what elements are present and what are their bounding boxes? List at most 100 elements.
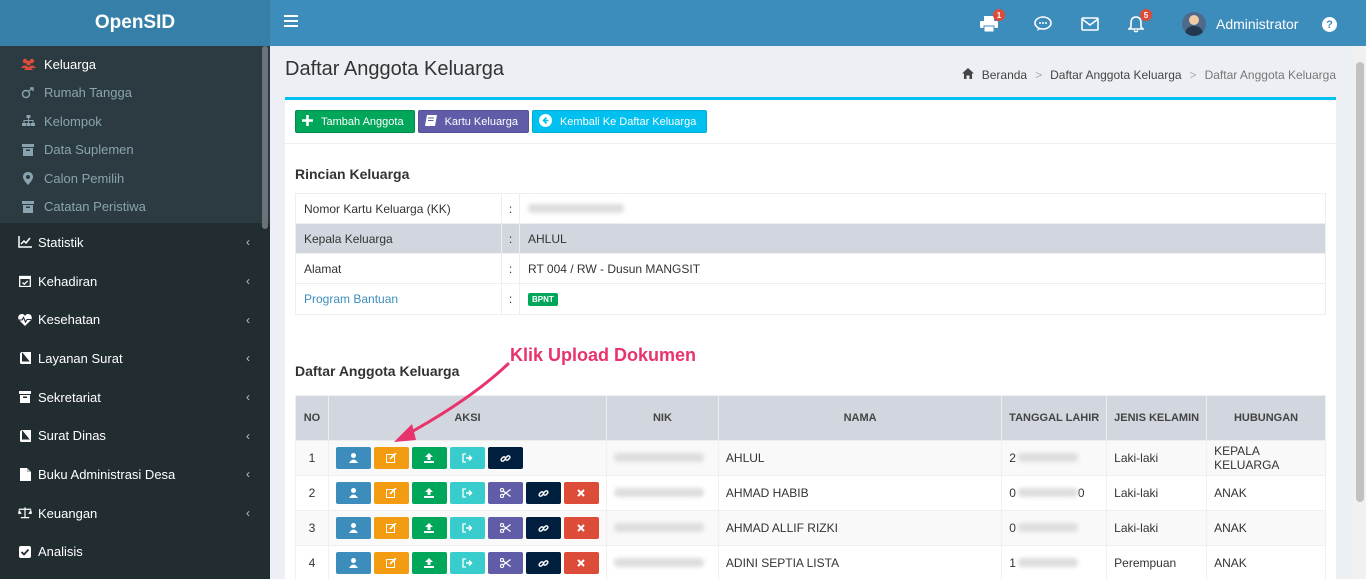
sign-out-icon bbox=[462, 453, 473, 463]
link-button[interactable] bbox=[525, 517, 561, 539]
sign-out-icon bbox=[462, 488, 473, 498]
sidebar-item-kesehatan[interactable]: Kesehatan ‹ bbox=[0, 300, 270, 339]
redacted-kk-number bbox=[528, 204, 624, 213]
view-button[interactable] bbox=[335, 447, 371, 469]
column-header[interactable]: NAMA bbox=[717, 395, 1003, 441]
chevron-left-icon: ‹ bbox=[246, 235, 250, 250]
sidebar-item-label: Statistik bbox=[38, 234, 84, 250]
breadcrumb-item[interactable]: Daftar Anggota Keluarga bbox=[1050, 68, 1181, 82]
sidebar-item-kelompok[interactable]: Kelompok bbox=[0, 107, 270, 136]
upload-document-button[interactable] bbox=[411, 517, 447, 539]
name-cell: AHMAD ALLIF RIZKI bbox=[717, 510, 1003, 546]
sidebar-item-statistik[interactable]: Statistik ‹ bbox=[0, 223, 270, 262]
name-cell: AHLUL bbox=[717, 440, 1003, 476]
users-icon bbox=[20, 58, 36, 71]
link-button[interactable] bbox=[525, 552, 561, 574]
move-button[interactable] bbox=[449, 447, 485, 469]
view-button[interactable] bbox=[335, 552, 371, 574]
delete-button[interactable] bbox=[563, 552, 599, 574]
add-member-label: Tambah Anggota bbox=[321, 115, 404, 128]
chart-icon bbox=[18, 236, 32, 249]
view-button[interactable] bbox=[335, 517, 371, 539]
file-icon bbox=[18, 467, 32, 481]
redacted-nik bbox=[613, 558, 704, 567]
content-header: Daftar Anggota Keluarga Beranda > Daftar… bbox=[285, 58, 1336, 88]
sidebar-item-layanan-surat[interactable]: Layanan Surat ‹ bbox=[0, 339, 270, 378]
notification-badge: 5 bbox=[1140, 9, 1152, 21]
delete-button[interactable] bbox=[563, 517, 599, 539]
edit-icon bbox=[385, 488, 397, 498]
add-member-button[interactable]: Tambah Anggota bbox=[295, 110, 415, 133]
family-card-button[interactable]: Kartu Keluarga bbox=[417, 110, 529, 133]
sidebar-item-keuangan[interactable]: Keuangan ‹ bbox=[0, 494, 270, 533]
sidebar-toggle-icon[interactable] bbox=[284, 14, 298, 28]
move-button[interactable] bbox=[449, 482, 485, 504]
page-scrollbar[interactable] bbox=[1353, 46, 1366, 579]
sign-out-icon bbox=[462, 523, 473, 533]
sidebar-item-sekretariat[interactable]: Sekretariat ‹ bbox=[0, 378, 270, 417]
edit-button[interactable] bbox=[373, 482, 409, 504]
edit-icon bbox=[385, 523, 397, 533]
split-button[interactable] bbox=[487, 552, 523, 574]
sidebar-item-calon-pemilih[interactable]: Calon Pemilih bbox=[0, 164, 270, 193]
sidebar-item-keluarga[interactable]: Keluarga bbox=[0, 50, 270, 79]
balance-icon bbox=[18, 507, 32, 519]
split-button[interactable] bbox=[487, 482, 523, 504]
detail-row-alamat: Alamat : RT 004 / RW - Dusun MANGSIT bbox=[296, 254, 1325, 284]
sidebar-item-analisis[interactable]: Analisis bbox=[0, 533, 270, 572]
detail-value: RT 004 / RW - Dusun MANGSIT bbox=[528, 261, 701, 276]
scissors-icon bbox=[499, 558, 511, 568]
sidebar-item-kehadiran[interactable]: Kehadiran ‹ bbox=[0, 262, 270, 301]
bell-icon[interactable]: 5 bbox=[1125, 9, 1152, 35]
redacted-birthdate bbox=[1017, 558, 1078, 567]
sign-out-icon bbox=[462, 558, 473, 568]
edit-button[interactable] bbox=[373, 552, 409, 574]
view-button[interactable] bbox=[335, 482, 371, 504]
scissors-icon bbox=[499, 523, 511, 533]
column-header[interactable]: JENIS KELAMIN bbox=[1106, 395, 1208, 441]
redacted-birthdate bbox=[1017, 523, 1078, 532]
chevron-left-icon: ‹ bbox=[246, 274, 250, 289]
sidebar-item-buku-administrasi-desa[interactable]: Buku Administrasi Desa ‹ bbox=[0, 455, 270, 494]
help-icon[interactable]: ? bbox=[1322, 17, 1337, 32]
column-header[interactable]: HUBUNGAN bbox=[1206, 395, 1326, 441]
archive-icon bbox=[20, 143, 36, 156]
breadcrumb-home[interactable]: Beranda bbox=[982, 68, 1027, 82]
sidebar-item-data-suplemen[interactable]: Data Suplemen bbox=[0, 136, 270, 165]
birthdate-visible: 0 bbox=[1009, 486, 1016, 500]
sidebar-item-surat-dinas[interactable]: Surat Dinas ‹ bbox=[0, 416, 270, 455]
chevron-left-icon: ‹ bbox=[246, 351, 250, 366]
column-header[interactable]: TANGGAL LAHIR bbox=[1001, 395, 1108, 441]
upload-document-button[interactable] bbox=[411, 482, 447, 504]
link-button[interactable] bbox=[525, 482, 561, 504]
sidebar-item-catatan-peristiwa[interactable]: Catatan Peristiwa bbox=[0, 193, 270, 222]
edit-button[interactable] bbox=[373, 447, 409, 469]
detail-label: Nomor Kartu Keluarga (KK) bbox=[296, 194, 502, 223]
archive-icon bbox=[20, 200, 36, 213]
detail-colon: : bbox=[502, 224, 520, 253]
scrollbar-thumb[interactable] bbox=[1356, 62, 1364, 502]
link-button[interactable] bbox=[487, 447, 523, 469]
back-to-family-list-button[interactable]: Kembali Ke Daftar Keluarga bbox=[531, 110, 708, 133]
sidebar-scrollbar[interactable] bbox=[262, 46, 268, 229]
app-logo[interactable]: OpenSID bbox=[0, 0, 270, 46]
link-icon bbox=[500, 454, 511, 462]
upload-document-button[interactable] bbox=[411, 447, 447, 469]
upload-icon bbox=[424, 488, 435, 498]
move-button[interactable] bbox=[449, 517, 485, 539]
user-menu[interactable]: Administrator bbox=[1182, 12, 1298, 36]
upload-document-button[interactable] bbox=[411, 552, 447, 574]
sidebar-item-rumah-tangga[interactable]: Rumah Tangga bbox=[0, 79, 270, 108]
comments-icon[interactable] bbox=[1032, 13, 1054, 35]
print-icon[interactable]: 1 bbox=[978, 9, 1005, 35]
delete-button[interactable] bbox=[563, 482, 599, 504]
program-bantuan-link[interactable]: Program Bantuan bbox=[296, 284, 502, 314]
split-button[interactable] bbox=[487, 517, 523, 539]
column-header[interactable]: NIK bbox=[605, 395, 719, 441]
column-header[interactable]: NO bbox=[295, 395, 329, 441]
row-number: 2 bbox=[295, 475, 329, 511]
edit-button[interactable] bbox=[373, 517, 409, 539]
check-square-icon bbox=[18, 545, 32, 558]
move-button[interactable] bbox=[449, 552, 485, 574]
envelope-icon[interactable] bbox=[1079, 13, 1101, 35]
